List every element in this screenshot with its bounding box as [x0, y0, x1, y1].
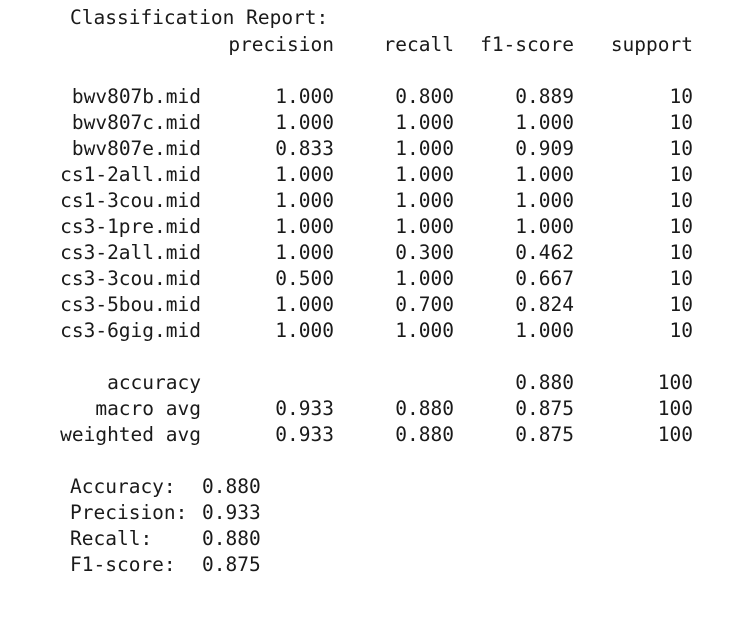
row-label: cs3-6gig.mid [60, 319, 201, 342]
summary-label: accuracy [107, 371, 201, 394]
row-support: 10 [669, 215, 693, 238]
row-precision: 0.833 [275, 137, 334, 160]
summary-row: weighted avg 0.933 0.880 0.875 100 [0, 422, 742, 448]
table-row: cs1-2all.mid 1.000 1.000 1.000 10 [0, 162, 742, 188]
table-row: cs3-5bou.mid 1.000 0.700 0.824 10 [0, 292, 742, 318]
header-f1-score: f1-score [480, 33, 574, 56]
metric-line: F1-score: 0.875 [0, 552, 742, 578]
metric-value: 0.933 [202, 501, 261, 524]
table-row: cs1-3cou.mid 1.000 1.000 1.000 10 [0, 188, 742, 214]
report-title-line: Classification Report: [0, 5, 328, 31]
row-precision: 1.000 [275, 319, 334, 342]
row-precision: 1.000 [275, 85, 334, 108]
row-support: 10 [669, 163, 693, 186]
metric-value: 0.875 [202, 553, 261, 576]
metric-label: Precision: [70, 501, 188, 524]
row-label: cs3-1pre.mid [60, 215, 201, 238]
row-recall: 1.000 [395, 137, 454, 160]
table-row: cs3-3cou.mid 0.500 1.000 0.667 10 [0, 266, 742, 292]
row-recall: 1.000 [395, 111, 454, 134]
row-recall: 1.000 [395, 189, 454, 212]
row-f1-score: 1.000 [515, 163, 574, 186]
summary-recall: 0.880 [395, 423, 454, 446]
summary-row: accuracy 0.880 100 [0, 370, 742, 396]
row-precision: 1.000 [275, 241, 334, 264]
row-label: cs1-3cou.mid [60, 189, 201, 212]
row-recall: 0.300 [395, 241, 454, 264]
row-support: 10 [669, 319, 693, 342]
report-title: Classification Report: [70, 6, 329, 29]
row-support: 10 [669, 189, 693, 212]
row-recall: 1.000 [395, 267, 454, 290]
summary-precision: 0.933 [275, 397, 334, 420]
row-precision: 1.000 [275, 189, 334, 212]
metric-label: Recall: [70, 527, 153, 550]
summary-f1-score: 0.875 [515, 423, 574, 446]
row-label: cs1-2all.mid [60, 163, 201, 186]
row-f1-score: 1.000 [515, 319, 574, 342]
table-row: cs3-2all.mid 1.000 0.300 0.462 10 [0, 240, 742, 266]
header-precision: precision [228, 33, 334, 56]
row-support: 10 [669, 137, 693, 160]
row-recall: 1.000 [395, 163, 454, 186]
summary-support: 100 [657, 423, 693, 446]
row-precision: 1.000 [275, 293, 334, 316]
summary-support: 100 [657, 397, 693, 420]
row-f1-score: 1.000 [515, 215, 574, 238]
metric-line: Recall: 0.880 [0, 526, 742, 552]
row-support: 10 [669, 241, 693, 264]
header-recall: recall [383, 33, 454, 56]
table-row: cs3-6gig.mid 1.000 1.000 1.000 10 [0, 318, 742, 344]
table-row: bwv807c.mid 1.000 1.000 1.000 10 [0, 110, 742, 136]
summary-f1-score: 0.880 [515, 371, 574, 394]
table-row: bwv807b.mid 1.000 0.800 0.889 10 [0, 84, 742, 110]
row-f1-score: 0.667 [515, 267, 574, 290]
metric-line: Accuracy: 0.880 [0, 474, 742, 500]
row-support: 10 [669, 111, 693, 134]
summary-recall: 0.880 [395, 397, 454, 420]
summary-precision: 0.933 [275, 423, 334, 446]
row-label: bwv807c.mid [71, 111, 201, 134]
row-f1-score: 0.909 [515, 137, 574, 160]
row-precision: 1.000 [275, 111, 334, 134]
metric-value: 0.880 [202, 475, 261, 498]
metric-line: Precision: 0.933 [0, 500, 742, 526]
metric-label: Accuracy: [70, 475, 176, 498]
row-support: 10 [669, 293, 693, 316]
summary-support: 100 [657, 371, 693, 394]
summary-label: macro avg [95, 397, 201, 420]
metric-label: F1-score: [70, 553, 176, 576]
table-row: bwv807e.mid 0.833 1.000 0.909 10 [0, 136, 742, 162]
row-label: bwv807b.mid [71, 85, 201, 108]
row-label: cs3-3cou.mid [60, 267, 201, 290]
row-recall: 0.700 [395, 293, 454, 316]
report-header: precision recall f1-score support [0, 32, 742, 58]
row-f1-score: 1.000 [515, 189, 574, 212]
row-label: bwv807e.mid [71, 137, 201, 160]
row-recall: 1.000 [395, 215, 454, 238]
row-f1-score: 0.889 [515, 85, 574, 108]
row-label: cs3-2all.mid [60, 241, 201, 264]
row-f1-score: 1.000 [515, 111, 574, 134]
row-f1-score: 0.824 [515, 293, 574, 316]
summary-label: weighted avg [60, 423, 201, 446]
summary-row: macro avg 0.933 0.880 0.875 100 [0, 396, 742, 422]
table-row: cs3-1pre.mid 1.000 1.000 1.000 10 [0, 214, 742, 240]
row-precision: 1.000 [275, 215, 334, 238]
row-label: cs3-5bou.mid [60, 293, 201, 316]
summary-f1-score: 0.875 [515, 397, 574, 420]
row-support: 10 [669, 267, 693, 290]
row-recall: 1.000 [395, 319, 454, 342]
row-support: 10 [669, 85, 693, 108]
metric-value: 0.880 [202, 527, 261, 550]
row-recall: 0.800 [395, 85, 454, 108]
row-precision: 1.000 [275, 163, 334, 186]
header-support: support [610, 33, 693, 56]
row-f1-score: 0.462 [515, 241, 574, 264]
row-precision: 0.500 [275, 267, 334, 290]
